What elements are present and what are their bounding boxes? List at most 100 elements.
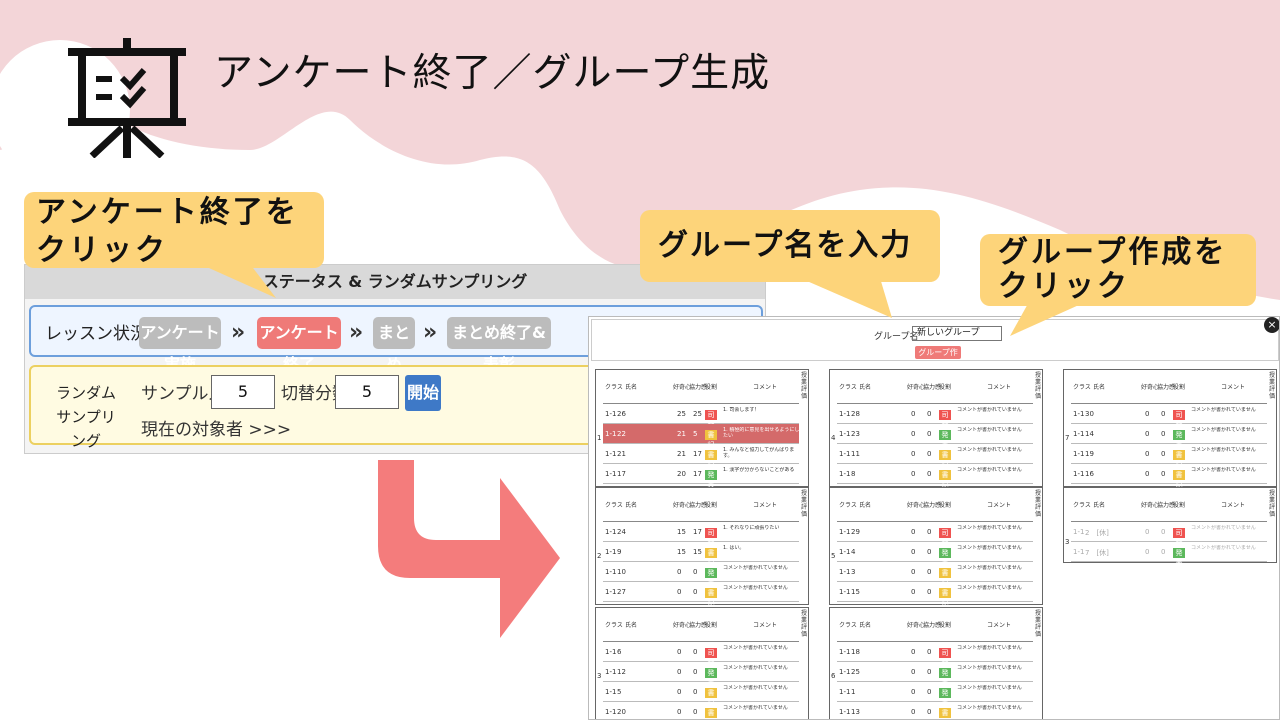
cell-curiosity: 0 bbox=[1145, 548, 1150, 556]
callout-group-create-line1: グループ作成を bbox=[998, 235, 1228, 270]
chevron-icon: » bbox=[231, 320, 246, 345]
cell-comment: コメントが書かれていません bbox=[723, 565, 788, 571]
table-row[interactable]: 1-1 10 0 0 発表 コメントが書かれていません bbox=[603, 562, 799, 587]
role-badge: 書記 bbox=[939, 450, 951, 469]
step-summary-end-award[interactable]: まとめ終了&表彰 bbox=[447, 317, 551, 374]
table-row[interactable]: 1-1 6 0 0 司会 コメントが書かれていません bbox=[603, 642, 799, 667]
start-button[interactable]: 開始 bbox=[405, 375, 441, 411]
column-header: コメント bbox=[987, 622, 1012, 629]
cell-curiosity: 0 bbox=[677, 588, 682, 596]
table-row[interactable]: 1-1 25 0 0 発表 コメントが書かれていません bbox=[837, 662, 1033, 687]
cell-cooperation: 0 bbox=[927, 708, 932, 716]
cell-name: 11 bbox=[851, 450, 860, 458]
table-row[interactable]: 1-1 11 0 0 書記 コメントが書かれていません bbox=[837, 444, 1033, 469]
table-row[interactable]: 1-1 29 0 0 司会 コメントが書かれていません bbox=[837, 522, 1033, 547]
column-header: コメント bbox=[1221, 502, 1246, 509]
table-row[interactable]: 1-1 17 20 17 発表 1. 漢字が分からないことがある bbox=[603, 464, 799, 489]
table-row[interactable]: 1-1 22 21 5 書記 1. 積極的に意見を出せるようにしたい bbox=[603, 424, 799, 449]
cell-class: 1-1 bbox=[605, 708, 617, 716]
column-header: クラス bbox=[605, 622, 623, 629]
table-row[interactable]: 1-1 19 0 0 書記 コメントが書かれていません bbox=[1071, 444, 1267, 469]
table-row[interactable]: 1-1 30 0 0 司会 コメントが書かれていません bbox=[1071, 404, 1267, 429]
role-badge: 書記 bbox=[1173, 450, 1185, 469]
table-row[interactable]: 1-1 4 0 0 発表 コメントが書かれていません bbox=[837, 542, 1033, 567]
column-header-evaluation: 授業評価 bbox=[1269, 372, 1276, 400]
cell-comment: コメントが書かれていません bbox=[957, 545, 1022, 551]
presentation-board-icon bbox=[68, 38, 186, 158]
table-row[interactable]: 1-1 1 0 0 発表 コメントが書かれていません bbox=[837, 682, 1033, 707]
table-row[interactable]: 1-1 27 0 0 書記 コメントが書かれていません bbox=[603, 582, 799, 607]
table-row[interactable]: 1-1 2 [休] 0 0 司会 コメントが書かれていません bbox=[1071, 522, 1267, 547]
switch-minutes-input[interactable]: 5 bbox=[335, 375, 399, 409]
cell-cooperation: 0 bbox=[927, 410, 932, 418]
table-row[interactable]: 1-1 23 0 0 発表 コメントが書かれていません bbox=[837, 424, 1033, 449]
role-badge: 書記 bbox=[1173, 470, 1185, 489]
table-row[interactable]: 1-1 5 0 0 書記 コメントが書かれていません bbox=[603, 682, 799, 707]
group-number: 5 bbox=[831, 552, 836, 560]
group-table-header: クラス 氏名 好奇心 協力感 役割 コメント bbox=[837, 608, 1033, 642]
role-badge: 発表 bbox=[1173, 548, 1185, 567]
table-row[interactable]: 1-1 12 0 0 発表 コメントが書かれていません bbox=[603, 662, 799, 687]
step-survey-end-button[interactable]: アンケート終了 bbox=[257, 317, 341, 374]
cell-comment: コメントが書かれていません bbox=[723, 645, 788, 651]
cell-name: 16 bbox=[1085, 470, 1094, 478]
lesson-status-label: レッスン状況 bbox=[45, 324, 147, 344]
step-summary[interactable]: まとめ bbox=[373, 317, 415, 374]
cell-curiosity: 0 bbox=[1145, 410, 1150, 418]
cell-comment: コメントが書かれていません bbox=[1191, 545, 1256, 551]
cell-class: 1-1 bbox=[1073, 548, 1085, 556]
column-header: 氏名 bbox=[1093, 502, 1106, 509]
cell-curiosity: 25 bbox=[677, 410, 686, 418]
cell-comment: コメントが書かれていません bbox=[957, 665, 1022, 671]
role-badge: 司会 bbox=[705, 410, 717, 429]
cell-comment: 1. みんなと協力してがんばります。 bbox=[723, 447, 795, 459]
table-row[interactable]: 1-1 3 0 0 書記 コメントが書かれていません bbox=[837, 562, 1033, 587]
cell-class: 1-1 bbox=[839, 450, 851, 458]
cell-comment: 1. はい。 bbox=[723, 545, 745, 551]
close-icon[interactable]: × bbox=[1264, 317, 1279, 333]
cell-comment: コメントが書かれていません bbox=[1191, 407, 1256, 413]
table-row[interactable]: 1-1262525司会1. 司会します！ bbox=[603, 404, 799, 429]
step-survey-run[interactable]: アンケート実施 bbox=[139, 317, 221, 374]
cell-cooperation: 17 bbox=[693, 470, 702, 478]
cell-class: 1-1 bbox=[605, 528, 617, 536]
group-table: 2 クラス 氏名 好奇心 協力感 役割 コメント 授業評価 1-1 24 15 17 司会 1. それなり… bbox=[595, 487, 809, 607]
cell-name: 24 bbox=[617, 528, 626, 536]
table-row[interactable]: 1-113 0 0 書記コメントが書かれていません bbox=[837, 702, 1033, 719]
table-row[interactable]: 1-1 14 0 0 発表 コメントが書かれていません bbox=[1071, 424, 1267, 449]
column-header: コメント bbox=[753, 502, 778, 509]
column-header: 氏名 bbox=[625, 384, 638, 391]
cell-curiosity: 0 bbox=[911, 588, 916, 596]
table-row[interactable]: 1-1 18 0 0 司会 コメントが書かれていません bbox=[837, 642, 1033, 667]
table-row[interactable]: 1-1 21 21 17 書記 1. みんなと協力してがんばります。 bbox=[603, 444, 799, 469]
callout-survey-end-line2: クリック bbox=[36, 233, 168, 268]
cell-name: 9 bbox=[617, 548, 622, 556]
cell-comment: コメントが書かれていません bbox=[723, 705, 788, 711]
table-row[interactable]: 1-120 0 0 書記コメントが書かれていません bbox=[603, 702, 799, 719]
cell-name: 12 bbox=[617, 668, 626, 676]
column-header-evaluation: 授業評価 bbox=[1035, 490, 1042, 518]
cell-curiosity: 0 bbox=[677, 708, 682, 716]
column-header: 氏名 bbox=[859, 384, 872, 391]
cell-comment: コメントが書かれていません bbox=[957, 467, 1022, 473]
column-header: コメント bbox=[987, 384, 1012, 391]
table-row[interactable]: 1-1 9 15 15 書記 1. はい。 bbox=[603, 542, 799, 567]
group-table-header: クラス 氏名 好奇心 協力感 役割 コメント bbox=[603, 608, 799, 642]
group-name-input[interactable]: 新しいグループ bbox=[912, 326, 1002, 341]
table-row[interactable]: 1-1 28 0 0 司会 コメントが書かれていません bbox=[837, 404, 1033, 429]
cell-comment: コメントが書かれていません bbox=[957, 585, 1022, 591]
role-badge: 書記 bbox=[705, 588, 717, 607]
table-row[interactable]: 1-1 7 [休] 0 0 発表 コメントが書かれていません bbox=[1071, 542, 1267, 567]
table-row[interactable]: 1-1 16 0 0 書記 コメントが書かれていません bbox=[1071, 464, 1267, 489]
cell-class: 1-1 bbox=[1073, 410, 1085, 418]
cell-comment: コメントが書かれていません bbox=[723, 665, 788, 671]
table-row[interactable]: 1-1 8 0 0 書記 コメントが書かれていません bbox=[837, 464, 1033, 489]
sample-count-input[interactable]: 5 bbox=[211, 375, 275, 409]
cell-curiosity: 15 bbox=[677, 528, 686, 536]
table-row[interactable]: 1-1 15 0 0 書記 コメントが書かれていません bbox=[837, 582, 1033, 607]
table-row[interactable]: 1-1 24 15 17 司会 1. それなりに頑張りたい bbox=[603, 522, 799, 547]
cell-comment: コメントが書かれていません bbox=[957, 525, 1022, 531]
column-header: 役割 bbox=[939, 502, 952, 509]
group-create-button[interactable]: グループ作成 bbox=[915, 346, 961, 370]
cell-cooperation: 0 bbox=[693, 708, 698, 716]
